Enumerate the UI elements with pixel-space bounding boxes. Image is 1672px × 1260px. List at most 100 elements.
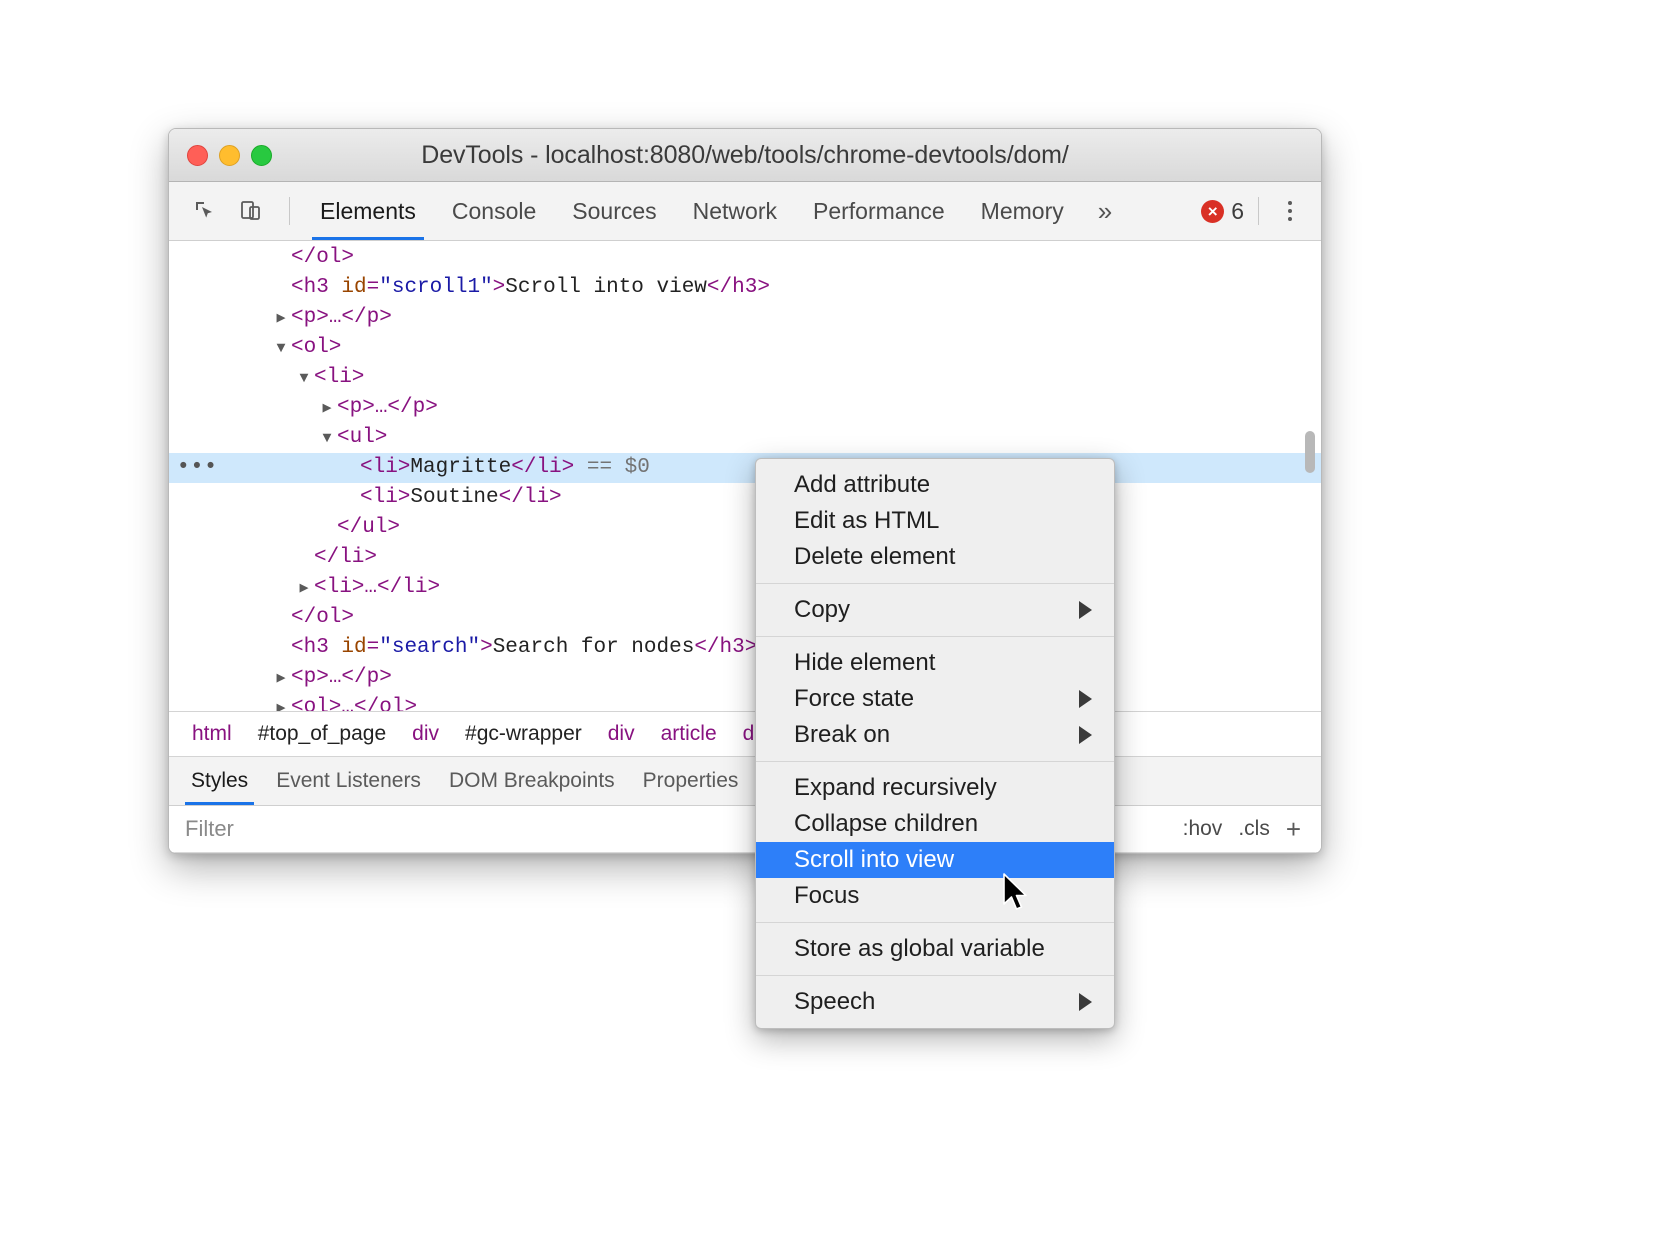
dom-tree-row[interactable]: ▼<ul> <box>169 423 1321 453</box>
context-menu-separator <box>756 975 1114 976</box>
context-menu-item-label: Speech <box>794 988 875 1016</box>
tab-sources-label: Sources <box>572 198 656 225</box>
dom-val: "scroll1" <box>379 276 492 299</box>
breadcrumb: html#top_of_pagediv#gc-wrapperdivarticle… <box>169 711 1321 757</box>
dom-tag: </li> <box>499 486 562 509</box>
tab-sources[interactable]: Sources <box>554 182 674 240</box>
context-menu-item-label: Focus <box>794 882 859 910</box>
dom-tree-row[interactable]: <h3 id="search">Search for nodes</h3> <box>169 633 1321 663</box>
tab-performance[interactable]: Performance <box>795 182 963 240</box>
sidebar-tab-label: Styles <box>191 769 248 793</box>
tab-performance-label: Performance <box>813 198 945 225</box>
sidebar-tab-event-listeners[interactable]: Event Listeners <box>262 757 435 805</box>
plus-icon[interactable]: + <box>1286 816 1301 842</box>
dom-tree-row[interactable]: ▶<p>…</p> <box>169 663 1321 693</box>
breadcrumb-item-gcwrapper[interactable]: #gc-wrapper <box>452 722 595 746</box>
dom-tree-panel[interactable]: ▶<li>…</li></ol><h3 id="scroll1">Scroll … <box>169 241 1321 711</box>
dom-tree-row[interactable]: </ol> <box>169 243 1321 273</box>
breadcrumb-item-html[interactable]: html <box>179 722 245 746</box>
dom-context-menu[interactable]: Add attribute Edit as HTMLDelete element C… <box>755 458 1115 1029</box>
tab-console[interactable]: Console <box>434 182 554 240</box>
hov-toggle-button[interactable]: :hov <box>1183 817 1223 841</box>
dom-tag: </p> <box>341 666 391 689</box>
dom-tree-row[interactable]: ▶<p>…</p> <box>169 303 1321 333</box>
context-menu-item-add-attribute[interactable]: Add attribute <box>756 467 1114 503</box>
breadcrumb-item-div[interactable]: div <box>399 722 452 746</box>
chevron-right-icon[interactable]: ▶ <box>271 664 291 694</box>
sidebar-tab-label: DOM Breakpoints <box>449 769 615 793</box>
devtools-toolbar: Elements Console Sources Network Perform… <box>169 182 1321 241</box>
context-menu-item-collapse-children[interactable]: Collapse children <box>756 806 1114 842</box>
dom-tree-row[interactable]: ▶<li>…</li> <box>169 573 1321 603</box>
context-menu-item-edit-as-html[interactable]: Edit as HTML <box>756 503 1114 539</box>
context-menu-item-hide-element[interactable]: Hide element <box>756 645 1114 681</box>
dom-tag: = <box>367 636 380 659</box>
dom-tag: </h3> <box>694 636 757 659</box>
inspect-element-icon[interactable] <box>185 191 225 231</box>
toolbar-divider <box>289 197 290 225</box>
cls-toggle-button[interactable]: .cls <box>1238 817 1270 841</box>
breadcrumb-item-topofpage[interactable]: #top_of_page <box>245 722 399 746</box>
dom-tag: </p> <box>341 306 391 329</box>
dom-tree-row-selected[interactable]: •••<li>Magritte</li> == $0 <box>169 453 1321 483</box>
chevron-down-icon[interactable]: ▼ <box>317 424 337 454</box>
more-panels-chevron-icon[interactable]: » <box>1082 182 1128 240</box>
chevron-right-icon[interactable]: ▶ <box>271 694 291 711</box>
context-menu-item-label: Add attribute <box>794 471 930 499</box>
window-titlebar: DevTools - localhost:8080/web/tools/chro… <box>169 129 1321 182</box>
row-overflow-ellipsis-icon[interactable]: ••• <box>177 453 218 483</box>
breadcrumb-item-div[interactable]: div <box>595 722 648 746</box>
context-menu-item-speech[interactable]: Speech <box>756 984 1114 1020</box>
tab-elements[interactable]: Elements <box>302 182 434 240</box>
chevron-down-icon[interactable]: ▼ <box>271 334 291 364</box>
sidebar-tab-styles[interactable]: Styles <box>177 757 262 805</box>
dom-txt: Scroll into view <box>505 276 707 299</box>
chevron-down-icon[interactable]: ▼ <box>294 364 314 394</box>
chevron-right-icon[interactable]: ▶ <box>294 574 314 604</box>
styles-pane-body: element.style { <box>169 853 1321 854</box>
context-menu-item-store-as-global-variable[interactable]: Store as global variable <box>756 931 1114 967</box>
context-menu-item-copy[interactable]: Copy <box>756 592 1114 628</box>
context-menu-separator <box>756 761 1114 762</box>
tab-elements-label: Elements <box>320 198 416 225</box>
dom-tag: <h3 <box>291 636 341 659</box>
screen: DevTools - localhost:8080/web/tools/chro… <box>0 0 1672 1260</box>
tab-network[interactable]: Network <box>675 182 795 240</box>
tab-memory[interactable]: Memory <box>963 182 1082 240</box>
context-menu-item-break-on[interactable]: Break on <box>756 717 1114 753</box>
dom-tag: = <box>367 276 380 299</box>
dom-tree-row[interactable]: </ul> <box>169 513 1321 543</box>
breadcrumb-item-article[interactable]: article <box>648 722 730 746</box>
dom-tree-row[interactable]: ▶<p>…</p> <box>169 393 1321 423</box>
context-menu-item-delete-element[interactable]: Delete element <box>756 539 1114 575</box>
context-menu-item-scroll-into-view[interactable]: Scroll into view <box>756 842 1114 878</box>
chevron-right-icon[interactable]: ▶ <box>271 304 291 334</box>
dom-tag: </ol> <box>354 696 417 711</box>
dom-tree-row[interactable]: </ol> <box>169 603 1321 633</box>
device-toolbar-icon[interactable] <box>231 191 271 231</box>
sidebar-tab-dom-breakpoints[interactable]: DOM Breakpoints <box>435 757 629 805</box>
dom-tag: </h3> <box>707 276 770 299</box>
chevron-right-icon[interactable]: ▶ <box>317 394 337 424</box>
dom-tag: <ol> <box>291 696 341 711</box>
dom-tree-scrollbar[interactable] <box>1308 241 1318 711</box>
dom-tree-scrollbar-thumb[interactable] <box>1305 431 1315 473</box>
dom-tag: <li> <box>314 576 364 599</box>
kebab-menu-icon[interactable] <box>1273 194 1307 228</box>
error-badge[interactable]: × 6 <box>1201 198 1244 225</box>
dom-tree-row[interactable]: ▶<ol>…</ol> <box>169 693 1321 711</box>
context-menu-item-focus[interactable]: Focus <box>756 878 1114 914</box>
sidebar-tab-properties[interactable]: Properties <box>629 757 753 805</box>
submenu-arrow-icon <box>1079 993 1092 1011</box>
context-menu-item-expand-recursively[interactable]: Expand recursively <box>756 770 1114 806</box>
dom-txt: Magritte <box>410 456 511 479</box>
dom-tree-row[interactable]: ▼<ol> <box>169 333 1321 363</box>
dom-tag: <p> <box>291 666 329 689</box>
dom-tree-row[interactable]: </li> <box>169 543 1321 573</box>
dom-tree-row[interactable]: ▼<li> <box>169 363 1321 393</box>
context-menu-item-force-state[interactable]: Force state <box>756 681 1114 717</box>
more-panels-label: » <box>1098 196 1112 227</box>
context-menu-separator <box>756 922 1114 923</box>
dom-tree-row[interactable]: <li>Soutine</li> <box>169 483 1321 513</box>
dom-tree-row[interactable]: <h3 id="scroll1">Scroll into view</h3> <box>169 273 1321 303</box>
